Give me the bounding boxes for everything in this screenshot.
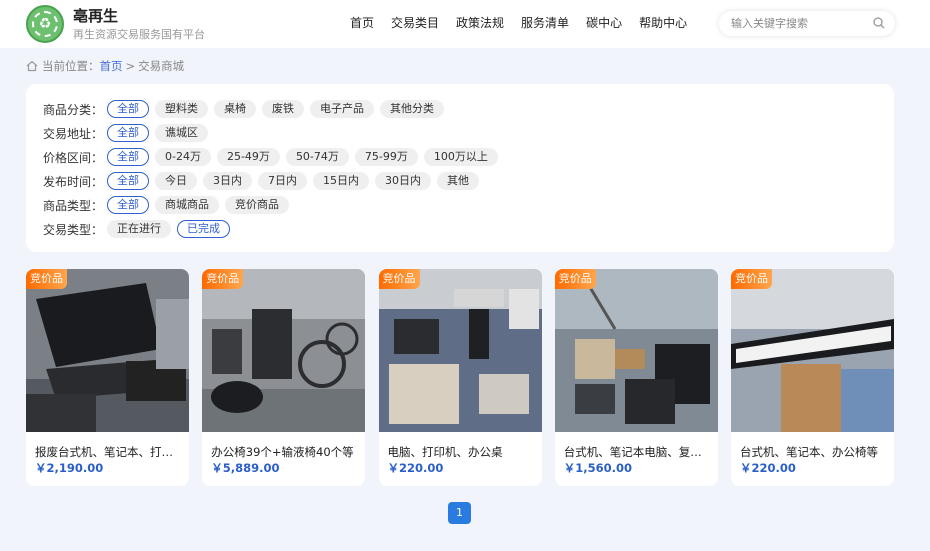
product-card[interactable]: 竞价品 电脑、打印机、办公桌 ￥220.00: [378, 269, 542, 486]
filter-tag-auction-goods[interactable]: 竞价商品: [225, 196, 289, 214]
recycle-logo-icon[interactable]: ♻: [26, 5, 64, 43]
home-icon: [26, 60, 38, 72]
filter-tag-time[interactable]: 15日内: [313, 172, 369, 190]
filter-tag-ongoing[interactable]: 正在进行: [107, 220, 171, 238]
auction-badge: 竞价品: [731, 269, 772, 289]
filter-label: 商品类型：: [43, 198, 104, 213]
product-title: 电脑、打印机、办公桌: [387, 445, 503, 459]
product-title: 报废台式机、笔记本、打印机等: [35, 445, 183, 459]
product-title: 台式机、笔记本电脑、复印机等: [563, 445, 712, 459]
product-image: 竞价品: [554, 269, 718, 432]
nav-item-carbon[interactable]: 碳中心: [586, 14, 622, 32]
auction-badge: 竞价品: [202, 269, 244, 289]
product-title: 台式机、笔记本、办公椅等: [740, 445, 878, 459]
product-price: ￥5,889.00: [211, 461, 280, 475]
filter-tag-mall-goods[interactable]: 商城商品: [155, 196, 219, 214]
filter-tag-other[interactable]: 其他分类: [380, 100, 444, 118]
filter-tag-plastic[interactable]: 塑料类: [155, 100, 208, 118]
product-title: 办公椅39个+输液椅40个等: [211, 445, 354, 459]
product-image: 竞价品: [378, 269, 542, 432]
filter-label: 价格区间：: [43, 150, 104, 165]
filter-row-product-type: 商品类型： 全部 商城商品 竞价商品: [43, 193, 894, 217]
nav-item-services[interactable]: 服务清单: [521, 14, 569, 32]
filter-tag-time[interactable]: 7日内: [258, 172, 307, 190]
filter-tag-time[interactable]: 30日内: [375, 172, 431, 190]
product-image: 竞价品: [202, 269, 366, 432]
filter-tag-all[interactable]: 全部: [107, 124, 149, 142]
breadcrumb: 当前位置： 首页 > 交易商城: [26, 58, 184, 74]
product-price: ￥1,560.00: [563, 461, 632, 475]
breadcrumb-label: 当前位置：: [42, 59, 100, 73]
filter-panel: 商品分类： 全部 塑料类 桌椅 废铁 电子产品 其他分类 交易地址： 全部 谯城…: [26, 84, 894, 252]
filter-row-address: 交易地址： 全部 谯城区: [43, 121, 894, 145]
auction-badge: 竞价品: [26, 269, 67, 289]
filter-label: 交易地址：: [43, 126, 104, 141]
search-icon[interactable]: [873, 17, 885, 29]
filter-tag-time[interactable]: 3日内: [203, 172, 252, 190]
product-image: 竞价品: [731, 269, 894, 432]
product-card[interactable]: 竞价品 台式机、笔记本、办公椅等 ￥220.00: [731, 269, 894, 486]
filter-tag-scrap-iron[interactable]: 废铁: [262, 100, 304, 118]
product-price: ￥2,190.00: [35, 461, 104, 475]
filter-tag-price-range[interactable]: 50-74万: [285, 148, 349, 166]
filter-row-publish-time: 发布时间： 全部 今日 3日内 7日内 15日内 30日内 其他: [43, 169, 894, 193]
main-nav: 首页 交易类目 政策法规 服务清单 碳中心 帮助中心: [350, 14, 704, 32]
filter-row-trade-type: 交易类型： 正在进行 已完成: [43, 217, 894, 241]
filter-tag-all[interactable]: 全部: [107, 148, 149, 166]
filter-tag-price-range[interactable]: 100万以上: [423, 148, 498, 166]
filter-tag-price-range[interactable]: 0-24万: [155, 148, 211, 166]
product-card[interactable]: 竞价品 报废台式机、笔记本、打印机等 ￥2,190.00: [26, 269, 189, 486]
filter-tag-all[interactable]: 全部: [107, 100, 149, 118]
product-grid: 竞价品 报废台式机、笔记本、打印机等 ￥2,190.00 竞价品 办公椅39个+…: [26, 269, 894, 486]
nav-item-help[interactable]: 帮助中心: [639, 14, 687, 32]
filter-tag-completed[interactable]: 已完成: [177, 220, 230, 238]
filter-label: 交易类型：: [43, 222, 104, 237]
filter-tag-all[interactable]: 全部: [107, 172, 149, 190]
filter-tag-electronics[interactable]: 电子产品: [310, 100, 374, 118]
filter-label: 商品分类：: [43, 102, 104, 117]
filter-tag-district[interactable]: 谯城区: [155, 124, 208, 142]
product-price: ￥220.00: [387, 461, 444, 475]
breadcrumb-separator: >: [125, 59, 136, 73]
filter-row-category: 商品分类： 全部 塑料类 桌椅 废铁 电子产品 其他分类: [43, 97, 894, 121]
breadcrumb-current: 交易商城: [138, 59, 185, 73]
product-card[interactable]: 竞价品 台式机、笔记本电脑、复印机等 ￥1,560.00: [554, 269, 718, 486]
product-card[interactable]: 竞价品 办公椅39个+输液椅40个等 ￥5,889.00: [202, 269, 366, 486]
brand-name: 亳再生: [73, 7, 119, 25]
pagination-page-button[interactable]: 1: [448, 502, 471, 524]
brand-subtitle: 再生资源交易服务国有平台: [73, 28, 205, 41]
filter-tag-time[interactable]: 其他: [437, 172, 479, 190]
search-input[interactable]: [731, 11, 871, 36]
nav-item-home[interactable]: 首页: [350, 14, 374, 32]
filter-label: 发布时间：: [43, 174, 104, 189]
search-box: [719, 11, 895, 36]
nav-item-categories[interactable]: 交易类目: [391, 14, 439, 32]
top-header: ♻ 亳再生 再生资源交易服务国有平台 首页 交易类目 政策法规 服务清单 碳中心…: [0, 0, 930, 48]
breadcrumb-home-link[interactable]: 首页: [100, 58, 123, 74]
filter-tag-price-range[interactable]: 75-99万: [354, 148, 418, 166]
product-price: ￥220.00: [740, 461, 796, 475]
filter-tag-price-range[interactable]: 25-49万: [216, 148, 280, 166]
auction-badge: 竞价品: [554, 269, 596, 289]
filter-tag-all[interactable]: 全部: [107, 196, 149, 214]
filter-tag-furniture[interactable]: 桌椅: [214, 100, 256, 118]
nav-item-policies[interactable]: 政策法规: [456, 14, 504, 32]
auction-badge: 竞价品: [378, 269, 420, 289]
filter-tag-time[interactable]: 今日: [155, 172, 197, 190]
product-image: 竞价品: [26, 269, 189, 432]
filter-row-price: 价格区间： 全部 0-24万 25-49万 50-74万 75-99万 100万…: [43, 145, 894, 169]
